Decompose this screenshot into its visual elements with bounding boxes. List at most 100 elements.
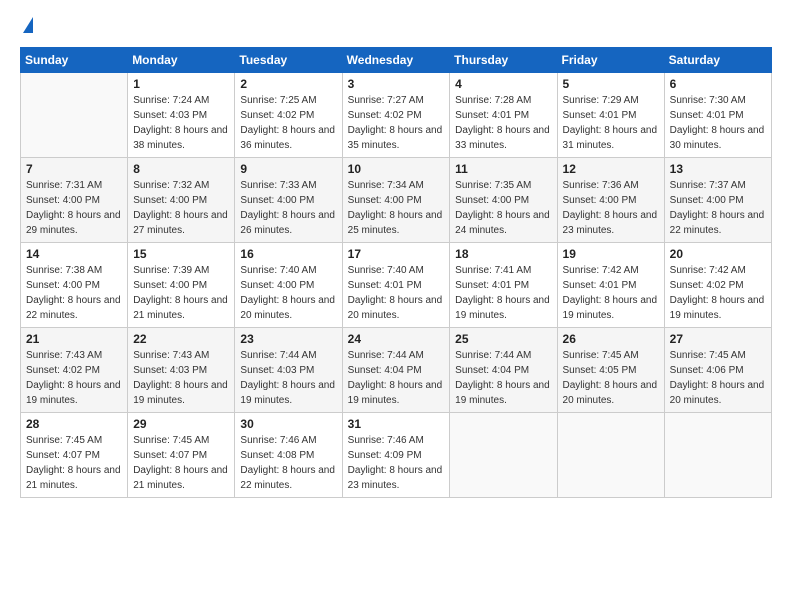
day-cell: 22 Sunrise: 7:43 AMSunset: 4:03 PMDaylig… xyxy=(128,328,235,413)
day-number: 23 xyxy=(240,332,336,346)
day-number: 3 xyxy=(348,77,445,91)
day-cell: 28 Sunrise: 7:45 AMSunset: 4:07 PMDaylig… xyxy=(21,413,128,498)
day-number: 5 xyxy=(563,77,659,91)
day-info: Sunrise: 7:44 AMSunset: 4:03 PMDaylight:… xyxy=(240,350,335,406)
day-cell: 27 Sunrise: 7:45 AMSunset: 4:06 PMDaylig… xyxy=(664,328,771,413)
day-number: 8 xyxy=(133,162,229,176)
day-cell: 29 Sunrise: 7:45 AMSunset: 4:07 PMDaylig… xyxy=(128,413,235,498)
day-cell: 12 Sunrise: 7:36 AMSunset: 4:00 PMDaylig… xyxy=(557,158,664,243)
col-header-sunday: Sunday xyxy=(21,48,128,73)
day-number: 17 xyxy=(348,247,445,261)
day-cell: 1 Sunrise: 7:24 AMSunset: 4:03 PMDayligh… xyxy=(128,73,235,158)
day-cell: 20 Sunrise: 7:42 AMSunset: 4:02 PMDaylig… xyxy=(664,243,771,328)
day-cell: 8 Sunrise: 7:32 AMSunset: 4:00 PMDayligh… xyxy=(128,158,235,243)
day-cell: 19 Sunrise: 7:42 AMSunset: 4:01 PMDaylig… xyxy=(557,243,664,328)
day-info: Sunrise: 7:45 AMSunset: 4:05 PMDaylight:… xyxy=(563,350,658,406)
week-row-3: 14 Sunrise: 7:38 AMSunset: 4:00 PMDaylig… xyxy=(21,243,772,328)
day-number: 12 xyxy=(563,162,659,176)
day-cell: 11 Sunrise: 7:35 AMSunset: 4:00 PMDaylig… xyxy=(450,158,557,243)
day-number: 10 xyxy=(348,162,445,176)
day-number: 25 xyxy=(455,332,551,346)
day-number: 16 xyxy=(240,247,336,261)
day-info: Sunrise: 7:43 AMSunset: 4:03 PMDaylight:… xyxy=(133,350,228,406)
logo-lines xyxy=(20,16,33,37)
day-cell: 6 Sunrise: 7:30 AMSunset: 4:01 PMDayligh… xyxy=(664,73,771,158)
calendar-table: SundayMondayTuesdayWednesdayThursdayFrid… xyxy=(20,47,772,498)
day-cell: 13 Sunrise: 7:37 AMSunset: 4:00 PMDaylig… xyxy=(664,158,771,243)
day-info: Sunrise: 7:33 AMSunset: 4:00 PMDaylight:… xyxy=(240,180,335,236)
day-cell xyxy=(21,73,128,158)
day-cell xyxy=(557,413,664,498)
day-info: Sunrise: 7:40 AMSunset: 4:00 PMDaylight:… xyxy=(240,265,335,321)
day-cell: 3 Sunrise: 7:27 AMSunset: 4:02 PMDayligh… xyxy=(342,73,450,158)
col-header-saturday: Saturday xyxy=(664,48,771,73)
day-cell: 7 Sunrise: 7:31 AMSunset: 4:00 PMDayligh… xyxy=(21,158,128,243)
day-info: Sunrise: 7:46 AMSunset: 4:09 PMDaylight:… xyxy=(348,435,443,491)
day-info: Sunrise: 7:43 AMSunset: 4:02 PMDaylight:… xyxy=(26,350,121,406)
day-cell: 21 Sunrise: 7:43 AMSunset: 4:02 PMDaylig… xyxy=(21,328,128,413)
day-cell: 16 Sunrise: 7:40 AMSunset: 4:00 PMDaylig… xyxy=(235,243,342,328)
day-info: Sunrise: 7:27 AMSunset: 4:02 PMDaylight:… xyxy=(348,95,443,151)
day-number: 31 xyxy=(348,417,445,431)
day-number: 24 xyxy=(348,332,445,346)
day-info: Sunrise: 7:25 AMSunset: 4:02 PMDaylight:… xyxy=(240,95,335,151)
day-cell: 15 Sunrise: 7:39 AMSunset: 4:00 PMDaylig… xyxy=(128,243,235,328)
col-header-thursday: Thursday xyxy=(450,48,557,73)
day-cell: 10 Sunrise: 7:34 AMSunset: 4:00 PMDaylig… xyxy=(342,158,450,243)
day-number: 11 xyxy=(455,162,551,176)
col-header-monday: Monday xyxy=(128,48,235,73)
day-info: Sunrise: 7:39 AMSunset: 4:00 PMDaylight:… xyxy=(133,265,228,321)
day-info: Sunrise: 7:32 AMSunset: 4:00 PMDaylight:… xyxy=(133,180,228,236)
day-number: 29 xyxy=(133,417,229,431)
col-header-wednesday: Wednesday xyxy=(342,48,450,73)
day-info: Sunrise: 7:45 AMSunset: 4:07 PMDaylight:… xyxy=(26,435,121,491)
day-info: Sunrise: 7:34 AMSunset: 4:00 PMDaylight:… xyxy=(348,180,443,236)
day-number: 1 xyxy=(133,77,229,91)
day-cell: 25 Sunrise: 7:44 AMSunset: 4:04 PMDaylig… xyxy=(450,328,557,413)
day-info: Sunrise: 7:44 AMSunset: 4:04 PMDaylight:… xyxy=(455,350,550,406)
day-cell: 23 Sunrise: 7:44 AMSunset: 4:03 PMDaylig… xyxy=(235,328,342,413)
calendar-header-row: SundayMondayTuesdayWednesdayThursdayFrid… xyxy=(21,48,772,73)
day-number: 21 xyxy=(26,332,122,346)
day-number: 6 xyxy=(670,77,766,91)
logo-line1 xyxy=(20,16,33,37)
day-cell: 9 Sunrise: 7:33 AMSunset: 4:00 PMDayligh… xyxy=(235,158,342,243)
week-row-4: 21 Sunrise: 7:43 AMSunset: 4:02 PMDaylig… xyxy=(21,328,772,413)
week-row-2: 7 Sunrise: 7:31 AMSunset: 4:00 PMDayligh… xyxy=(21,158,772,243)
day-cell: 2 Sunrise: 7:25 AMSunset: 4:02 PMDayligh… xyxy=(235,73,342,158)
day-info: Sunrise: 7:30 AMSunset: 4:01 PMDaylight:… xyxy=(670,95,765,151)
day-info: Sunrise: 7:36 AMSunset: 4:00 PMDaylight:… xyxy=(563,180,658,236)
day-info: Sunrise: 7:37 AMSunset: 4:00 PMDaylight:… xyxy=(670,180,765,236)
day-info: Sunrise: 7:38 AMSunset: 4:00 PMDaylight:… xyxy=(26,265,121,321)
week-row-5: 28 Sunrise: 7:45 AMSunset: 4:07 PMDaylig… xyxy=(21,413,772,498)
day-info: Sunrise: 7:42 AMSunset: 4:01 PMDaylight:… xyxy=(563,265,658,321)
page: SundayMondayTuesdayWednesdayThursdayFrid… xyxy=(0,0,792,612)
logo-triangle-icon xyxy=(23,17,33,33)
day-number: 4 xyxy=(455,77,551,91)
header xyxy=(20,16,772,37)
week-row-1: 1 Sunrise: 7:24 AMSunset: 4:03 PMDayligh… xyxy=(21,73,772,158)
day-info: Sunrise: 7:40 AMSunset: 4:01 PMDaylight:… xyxy=(348,265,443,321)
day-number: 2 xyxy=(240,77,336,91)
day-cell: 26 Sunrise: 7:45 AMSunset: 4:05 PMDaylig… xyxy=(557,328,664,413)
col-header-tuesday: Tuesday xyxy=(235,48,342,73)
day-number: 28 xyxy=(26,417,122,431)
day-cell: 4 Sunrise: 7:28 AMSunset: 4:01 PMDayligh… xyxy=(450,73,557,158)
day-info: Sunrise: 7:31 AMSunset: 4:00 PMDaylight:… xyxy=(26,180,121,236)
col-header-friday: Friday xyxy=(557,48,664,73)
day-cell: 30 Sunrise: 7:46 AMSunset: 4:08 PMDaylig… xyxy=(235,413,342,498)
day-cell: 31 Sunrise: 7:46 AMSunset: 4:09 PMDaylig… xyxy=(342,413,450,498)
day-number: 18 xyxy=(455,247,551,261)
day-info: Sunrise: 7:46 AMSunset: 4:08 PMDaylight:… xyxy=(240,435,335,491)
day-info: Sunrise: 7:42 AMSunset: 4:02 PMDaylight:… xyxy=(670,265,765,321)
day-number: 15 xyxy=(133,247,229,261)
day-cell: 14 Sunrise: 7:38 AMSunset: 4:00 PMDaylig… xyxy=(21,243,128,328)
day-number: 22 xyxy=(133,332,229,346)
day-cell: 5 Sunrise: 7:29 AMSunset: 4:01 PMDayligh… xyxy=(557,73,664,158)
day-info: Sunrise: 7:45 AMSunset: 4:07 PMDaylight:… xyxy=(133,435,228,491)
day-number: 7 xyxy=(26,162,122,176)
day-number: 19 xyxy=(563,247,659,261)
day-info: Sunrise: 7:28 AMSunset: 4:01 PMDaylight:… xyxy=(455,95,550,151)
day-cell: 17 Sunrise: 7:40 AMSunset: 4:01 PMDaylig… xyxy=(342,243,450,328)
day-cell: 24 Sunrise: 7:44 AMSunset: 4:04 PMDaylig… xyxy=(342,328,450,413)
